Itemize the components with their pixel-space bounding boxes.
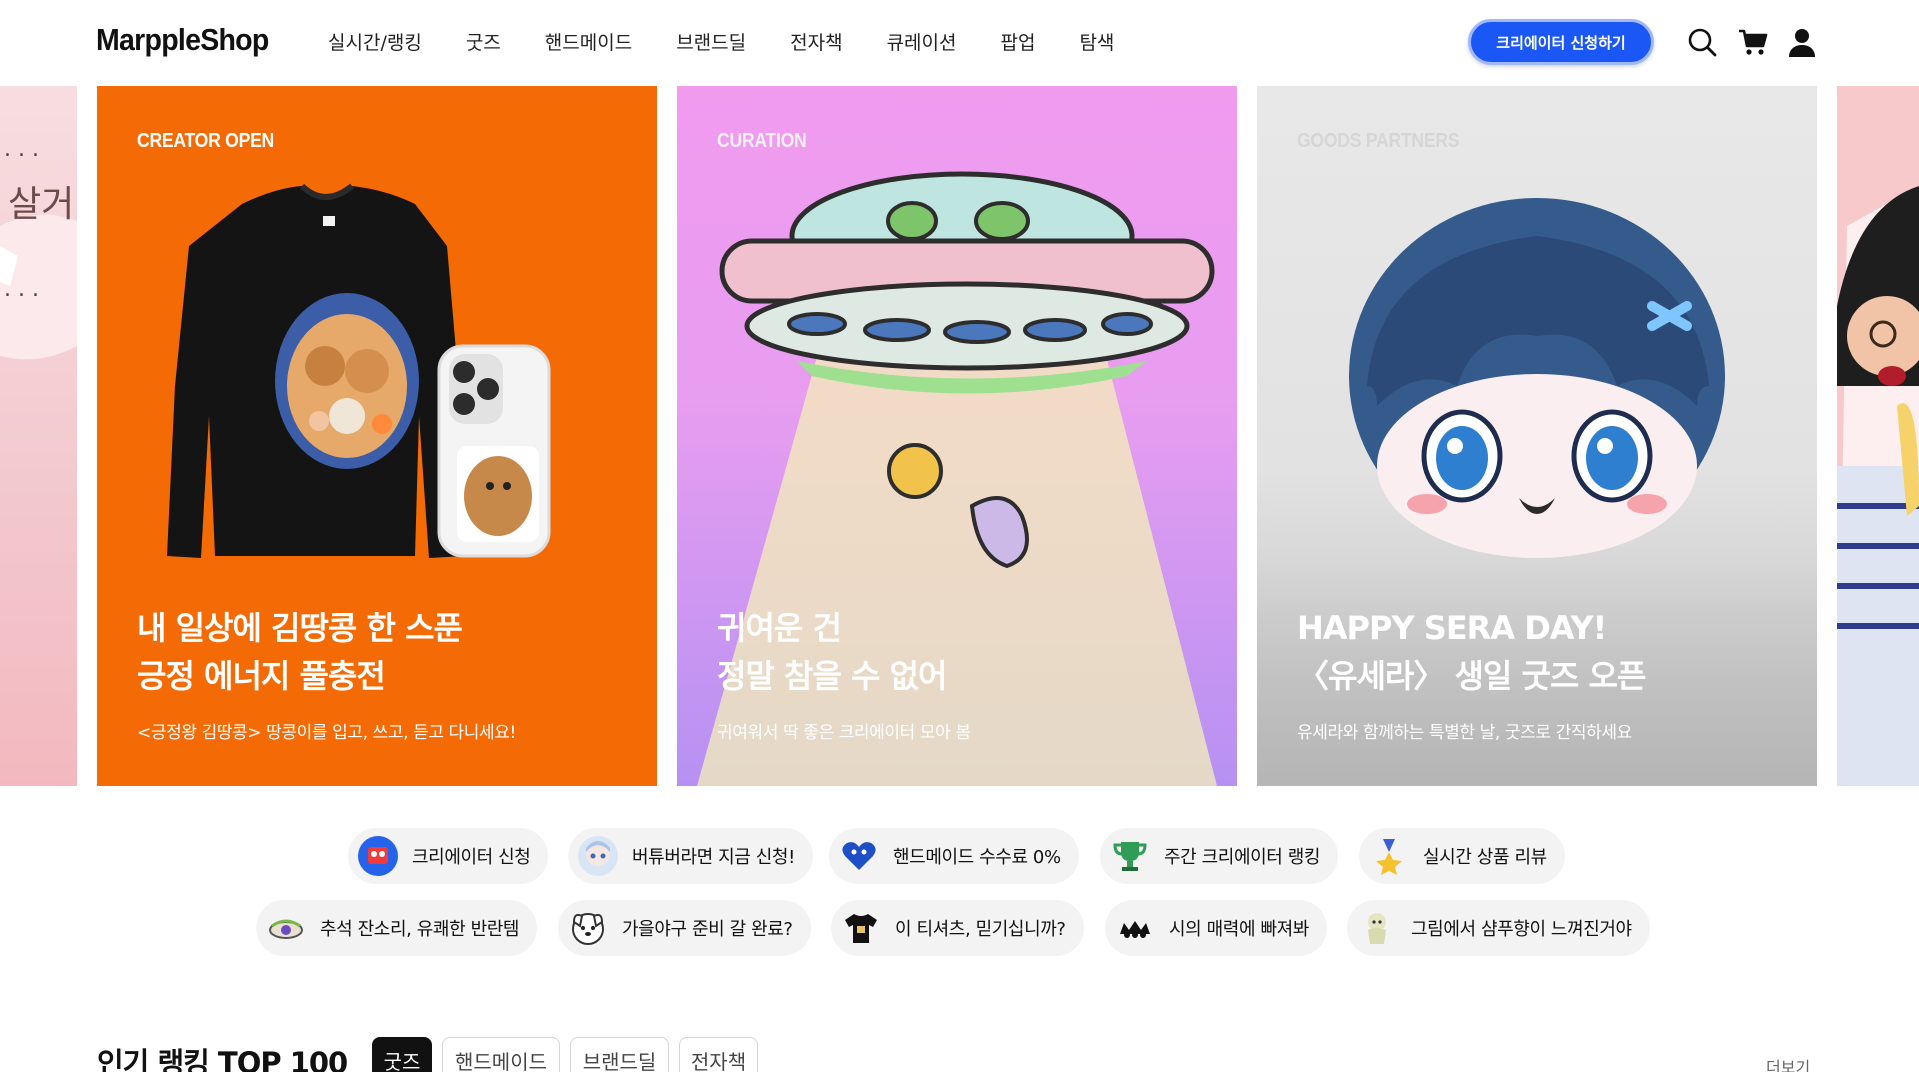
chip-label: 실시간 상품 리뷰 (1423, 847, 1547, 868)
carousel-next-peek[interactable] (1837, 86, 1919, 786)
character-cushion-image (1349, 198, 1725, 558)
slide-subtitle: 유세라와 함께하는 특별한 날, 굿즈로 간직하세요 (1297, 723, 1632, 743)
nav-item-curation[interactable]: 큐레이션 (887, 28, 957, 55)
quick-link-realtime-reviews[interactable]: 실시간 상품 리뷰 (1359, 828, 1565, 884)
chip-label: 주간 크리에이터 랭킹 (1164, 847, 1321, 868)
slide-title-line-1: 귀여운 건 (717, 609, 842, 647)
slide-tag: GOODS PARTNERS (1297, 130, 1460, 152)
quick-link-weekly-creator-ranking[interactable]: 주간 크리에이터 랭킹 (1100, 828, 1339, 884)
chip-label: 핸드메이드 수수료 0% (893, 847, 1061, 868)
slide-title-line-2: 〈유세라〉 생일 굿즈 오픈 (1297, 657, 1646, 695)
quick-link-poetry[interactable]: 시의 매력에 빠져봐 (1105, 900, 1327, 956)
quick-link-handmade-fee[interactable]: 핸드메이드 수수료 0% (829, 828, 1079, 884)
chip-label: 시의 매력에 빠져봐 (1169, 919, 1309, 940)
crown-icon (1115, 908, 1155, 948)
slide-subtitle: 귀여워서 딱 좋은 크리에이터 모아 봄 (717, 723, 971, 743)
character-icon (1357, 908, 1397, 948)
chip-label: 버튜버라면 지금 신청! (632, 847, 795, 868)
chip-label: 이 티셔츠, 믿기십니까? (895, 919, 1066, 940)
quick-link-autumn-baseball[interactable]: 가을야구 준비 갈 완료? (558, 900, 811, 956)
heart-icon (839, 836, 879, 876)
nav-item-handmade[interactable]: 핸드메이드 (545, 28, 632, 55)
ranking-section-title: 인기 랭킹 TOP 100 (97, 1046, 348, 1072)
nav-item-goods[interactable]: 굿즈 (466, 28, 501, 55)
creator-badge-icon (358, 836, 398, 876)
search-icon[interactable] (1686, 26, 1718, 58)
slide-title: 내 일상에 김땅콩 한 스푼 긍정 에너지 풀충전 (137, 604, 463, 700)
top-header: MarppleShop 실시간/랭킹 굿즈 핸드메이드 브랜드딜 전자책 큐레이… (0, 0, 1919, 86)
chip-label: 가을야구 준비 갈 완료? (622, 919, 793, 940)
quick-link-vtuber-apply[interactable]: 버튜버라면 지금 신청! (568, 828, 813, 884)
dog-icon (568, 908, 608, 948)
chip-label: 크리에이터 신청 (412, 847, 531, 868)
carousel-prev-peek[interactable]: . . . 살거 . . . (0, 86, 77, 786)
nav-item-explore[interactable]: 탐색 (1079, 28, 1114, 55)
nav-item-popup[interactable]: 팝업 (1000, 28, 1035, 55)
nav-item-ebook[interactable]: 전자책 (790, 28, 842, 55)
carousel-slide-goods-partners[interactable]: GOODS PARTNERS HAPPY SERA DAY! 〈유세라〉 생일 … (1257, 86, 1817, 786)
creator-apply-button[interactable]: 크리에이터 신청하기 (1468, 19, 1654, 65)
tab-brand-deal[interactable]: 브랜드딜 (570, 1037, 669, 1072)
site-logo[interactable]: MarppleShop (96, 22, 269, 58)
slide-tag: CREATOR OPEN (137, 130, 275, 152)
eye-icon (266, 908, 306, 948)
slide-subtitle: <긍정왕 김땅콩> 땅콩이를 입고, 쓰고, 듣고 다니세요! (137, 723, 516, 743)
slide-tag: CURATION (717, 130, 807, 152)
nav-item-realtime-ranking[interactable]: 실시간/랭킹 (328, 28, 422, 55)
slide-title: 귀여운 건 정말 참을 수 없어 (717, 604, 948, 700)
slide-title-line-1: 내 일상에 김땅콩 한 스푼 (137, 609, 463, 647)
tab-goods[interactable]: 굿즈 (372, 1037, 432, 1072)
quick-link-chuseok-items[interactable]: 추석 잔소리, 유쾌한 반란템 (256, 900, 538, 956)
tab-ebook[interactable]: 전자책 (679, 1037, 758, 1072)
slide-title-line-2: 정말 참을 수 없어 (717, 657, 948, 695)
user-icon[interactable] (1786, 26, 1818, 58)
long-sleeve-tshirt-and-phone-case-image (167, 183, 551, 558)
svg-text:. . .: . . . (4, 137, 39, 162)
carousel-slide-creator-open[interactable]: CREATOR OPEN 내 일상에 김땅콩 한 스푼 긍정 에너지 풀충전 <… (97, 86, 657, 786)
quick-link-creator-apply[interactable]: 크리에이터 신청 (348, 828, 549, 884)
quick-link-tshirt[interactable]: 이 티셔츠, 믿기십니까? (831, 900, 1084, 956)
cart-icon[interactable] (1737, 26, 1769, 58)
ranking-more-link[interactable]: 더보기 (1766, 1054, 1810, 1072)
carousel-slide-curation[interactable]: CURATION 귀여운 건 정말 참을 수 없어 귀여워서 딱 좋은 크리에이… (677, 86, 1237, 786)
slide-title-line-2: 긍정 에너지 풀충전 (137, 657, 386, 695)
medal-icon (1369, 836, 1409, 876)
chip-label: 그림에서 샴푸향이 느껴진거야 (1411, 919, 1632, 940)
nav-item-brand-deal[interactable]: 브랜드딜 (676, 28, 746, 55)
slide-title-line-1: HAPPY SERA DAY! (1297, 609, 1607, 647)
tshirt-icon (841, 908, 881, 948)
svg-text:살거: 살거 (8, 184, 74, 225)
trophy-icon (1110, 836, 1150, 876)
chip-label: 추석 잔소리, 유쾌한 반란템 (320, 919, 520, 940)
quick-link-shampoo-art[interactable]: 그림에서 샴푸향이 느껴진거야 (1347, 900, 1650, 956)
main-nav: 실시간/랭킹 굿즈 핸드메이드 브랜드딜 전자책 큐레이션 팝업 탐색 (328, 28, 1158, 55)
slide-title: HAPPY SERA DAY! 〈유세라〉 생일 굿즈 오픈 (1297, 604, 1646, 700)
tab-handmade[interactable]: 핸드메이드 (442, 1037, 560, 1072)
vtuber-avatar-icon (578, 836, 618, 876)
